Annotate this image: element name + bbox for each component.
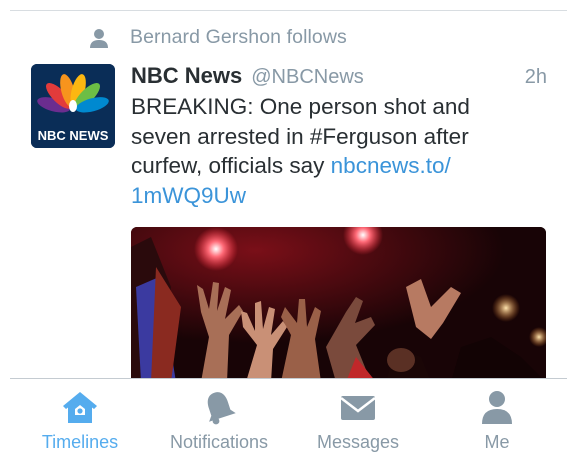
person-icon [482, 391, 512, 424]
tab-notifications[interactable]: Notifications [154, 388, 284, 453]
envelope-icon [340, 396, 376, 420]
svg-text:NBC NEWS: NBC NEWS [38, 128, 109, 143]
nbc-peacock-logo: NBC NEWS [31, 64, 115, 148]
tweet-timestamp: 2h [524, 66, 547, 88]
tweet-header: NBC News @NBCNews 2h [131, 63, 547, 91]
social-context[interactable]: Bernard Gershon follows [88, 26, 347, 49]
avatar[interactable]: NBC NEWS [31, 64, 115, 148]
tweet-media[interactable] [131, 227, 546, 382]
tab-messages[interactable]: Messages [293, 388, 423, 453]
tab-label-messages: Messages [316, 432, 400, 452]
tabbar-divider [10, 378, 567, 379]
home-icon [63, 392, 97, 423]
tab-timelines[interactable]: Timelines [15, 388, 145, 453]
top-divider [10, 10, 567, 11]
author-handle[interactable]: @NBCNews [251, 66, 364, 89]
tweet-text: BREAKING: One person shot and seven arre… [131, 92, 531, 210]
tab-label-notifications: Notifications [169, 432, 269, 452]
tab-label-timelines: Timelines [41, 432, 119, 452]
person-icon [90, 28, 108, 48]
protest-photo [131, 227, 546, 382]
author-name[interactable]: NBC News [131, 63, 242, 89]
tab-label-me: Me [484, 432, 510, 452]
bell-icon [207, 392, 236, 425]
tab-me[interactable]: Me [432, 388, 562, 453]
tab-bar: Timelines Notifications Messages Me [0, 378, 577, 473]
social-context-text: Bernard Gershon follows [130, 26, 347, 48]
